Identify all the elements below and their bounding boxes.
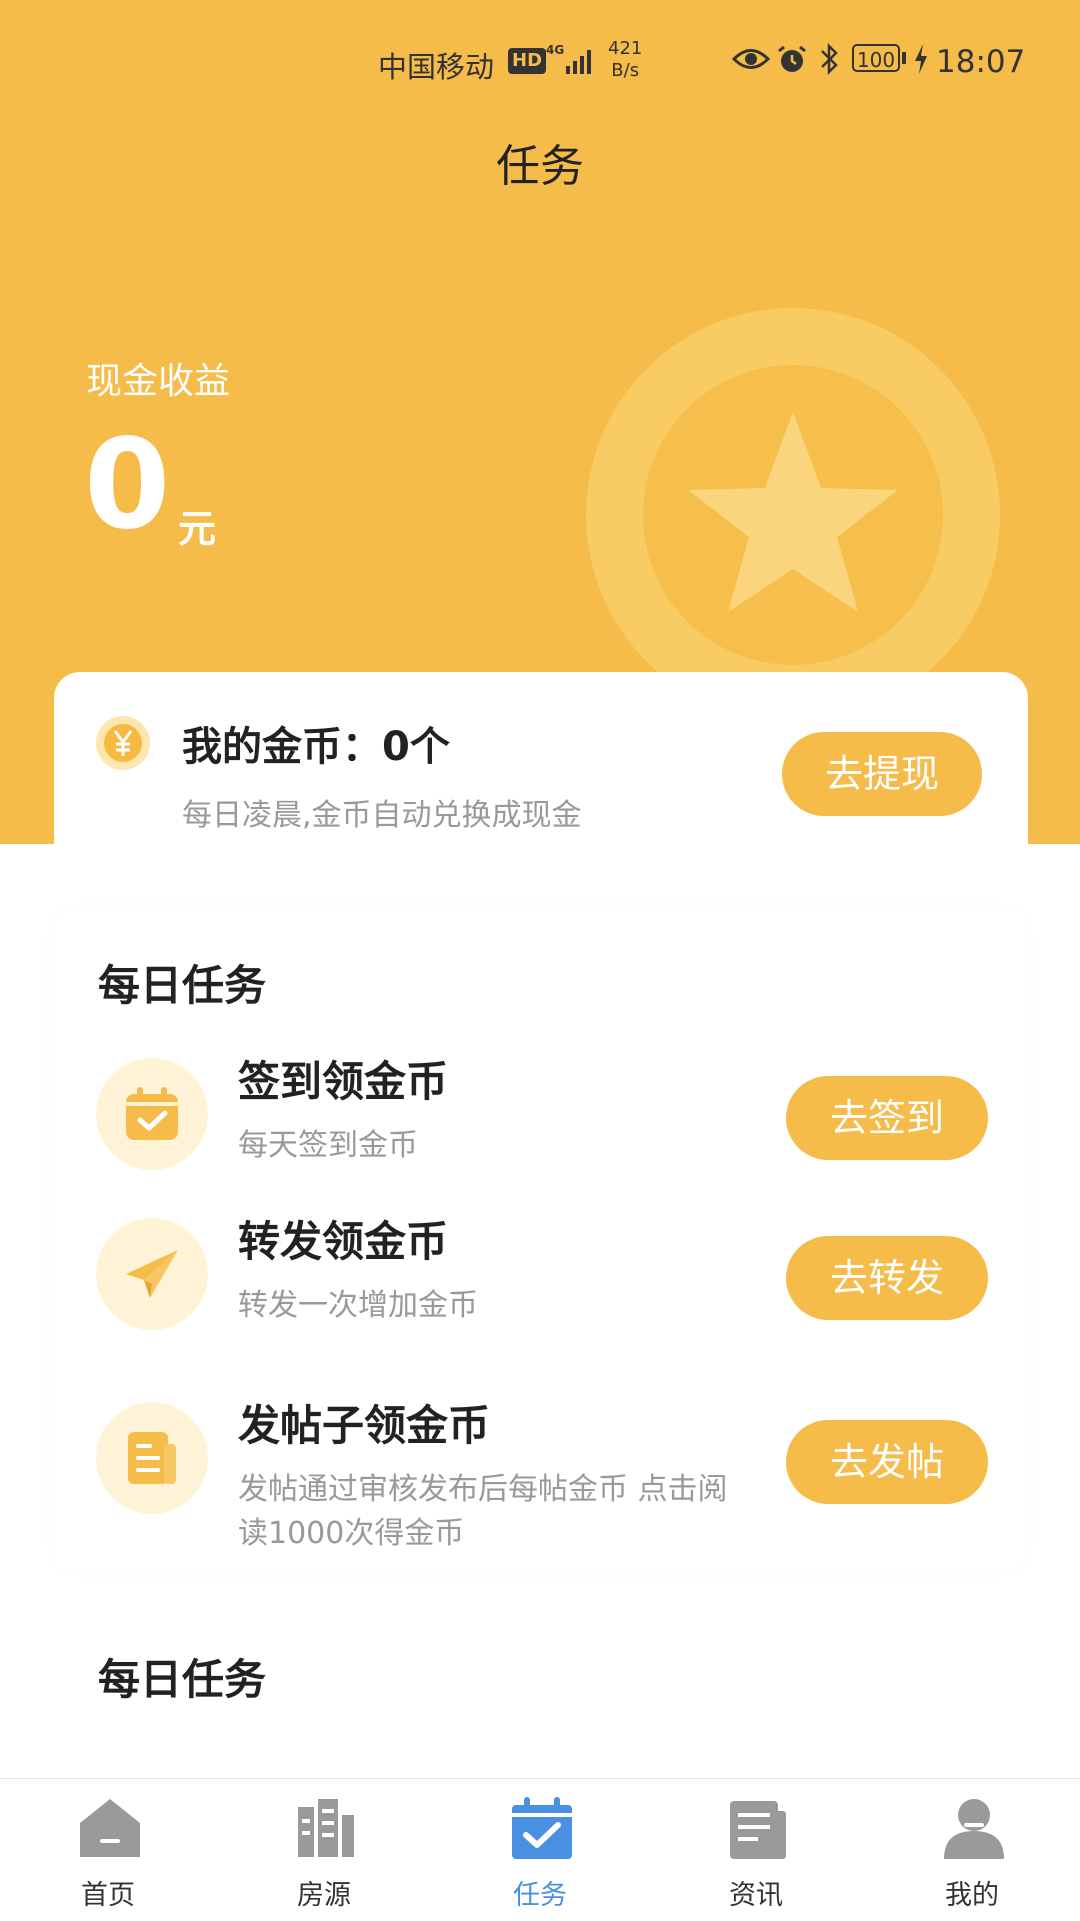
home-icon <box>80 1799 140 1857</box>
tab-profile[interactable]: 我的 <box>864 1779 1080 1921</box>
daily-tasks-card-2: 每日任务 <box>50 1600 1030 1790</box>
news-icon <box>730 1801 786 1859</box>
tab-label: 资讯 <box>729 1880 783 1911</box>
daily-tasks-title-2: 每日任务 <box>98 1655 267 1704</box>
yuan-coin-icon <box>96 716 150 770</box>
user-icon <box>944 1799 1004 1859</box>
star-coin-icon <box>586 308 1000 722</box>
tab-home[interactable]: 首页 <box>0 1779 216 1921</box>
task-row-post: 发帖子领金币 发帖通过审核发布后每帖金币 点击阅读1000次得金币 去发帖 <box>50 1392 1030 1551</box>
tab-label: 房源 <box>297 1880 351 1911</box>
calendar-check-icon <box>126 1087 178 1140</box>
speed-unit: B/s <box>611 60 640 81</box>
network-type: 4G <box>546 43 565 57</box>
post-button[interactable]: 去发帖 <box>786 1420 988 1504</box>
tab-news[interactable]: 资讯 <box>648 1779 864 1921</box>
signal-icon <box>566 50 591 74</box>
daily-tasks-card: 每日任务 签到领金币 每天签到金币 去签到 转发领金币 转发一次增加金币 去转发 <box>50 906 1030 1574</box>
my-coins-title: 我的金币：0个 <box>182 724 450 770</box>
task-row-checkin: 签到领金币 每天签到金币 去签到 <box>50 1048 1030 1198</box>
my-coins-subtitle: 每日凌晨,金币自动兑换成现金 <box>182 798 582 833</box>
tab-listings[interactable]: 房源 <box>216 1779 432 1921</box>
carrier-name: 中国移动 <box>378 50 495 84</box>
tab-label: 任务 <box>513 1880 567 1911</box>
clock: 18:07 <box>936 44 1026 80</box>
hd-badge: HD <box>508 48 547 74</box>
calendar-check-icon <box>512 1797 572 1859</box>
tab-label: 我的 <box>945 1880 999 1911</box>
eye-icon <box>732 49 770 69</box>
withdraw-button[interactable]: 去提现 <box>782 732 982 816</box>
task-description: 转发一次增加金币 <box>238 1288 478 1323</box>
tab-label: 首页 <box>81 1880 135 1911</box>
battery-icon: 100 <box>852 44 900 72</box>
cash-earnings-label: 现金收益 <box>86 361 231 402</box>
checkin-button[interactable]: 去签到 <box>786 1076 988 1160</box>
my-coins-card: 我的金币：0个 每日凌晨,金币自动兑换成现金 去提现 <box>54 672 1028 882</box>
task-icon-circle <box>96 1058 208 1170</box>
share-button[interactable]: 去转发 <box>786 1236 988 1320</box>
document-icon <box>128 1432 176 1484</box>
task-description: 发帖通过审核发布后每帖金币 点击阅读1000次得金币 <box>238 1472 728 1551</box>
speed-value: 421 <box>608 38 643 59</box>
page-title: 任务 <box>496 141 584 192</box>
task-description: 每天签到金币 <box>238 1128 418 1163</box>
cash-earnings-unit: 元 <box>178 507 217 551</box>
task-row-share: 转发领金币 转发一次增加金币 去转发 <box>50 1208 1030 1358</box>
daily-tasks-title: 每日任务 <box>98 961 267 1010</box>
alarm-icon <box>778 45 806 72</box>
network-speed: 421 B/s <box>608 38 642 82</box>
cash-earnings-value: 0 <box>84 413 171 557</box>
battery-tip <box>902 52 906 64</box>
bottom-navigation: 首页 房源 任务 资讯 我的 <box>0 1778 1080 1921</box>
bluetooth-icon <box>821 42 838 76</box>
status-bar: 中国移动 HD 4G 421 B/s 100 18:07 <box>0 30 1080 94</box>
task-icon-circle <box>96 1218 208 1330</box>
buildings-icon <box>298 1799 354 1857</box>
task-title: 签到领金币 <box>238 1057 449 1106</box>
task-title: 发帖子领金币 <box>238 1401 491 1450</box>
charging-icon <box>915 44 927 74</box>
tab-tasks[interactable]: 任务 <box>432 1779 648 1921</box>
task-icon-circle <box>96 1402 208 1514</box>
paper-plane-icon <box>126 1250 178 1298</box>
task-title: 转发领金币 <box>238 1217 449 1266</box>
